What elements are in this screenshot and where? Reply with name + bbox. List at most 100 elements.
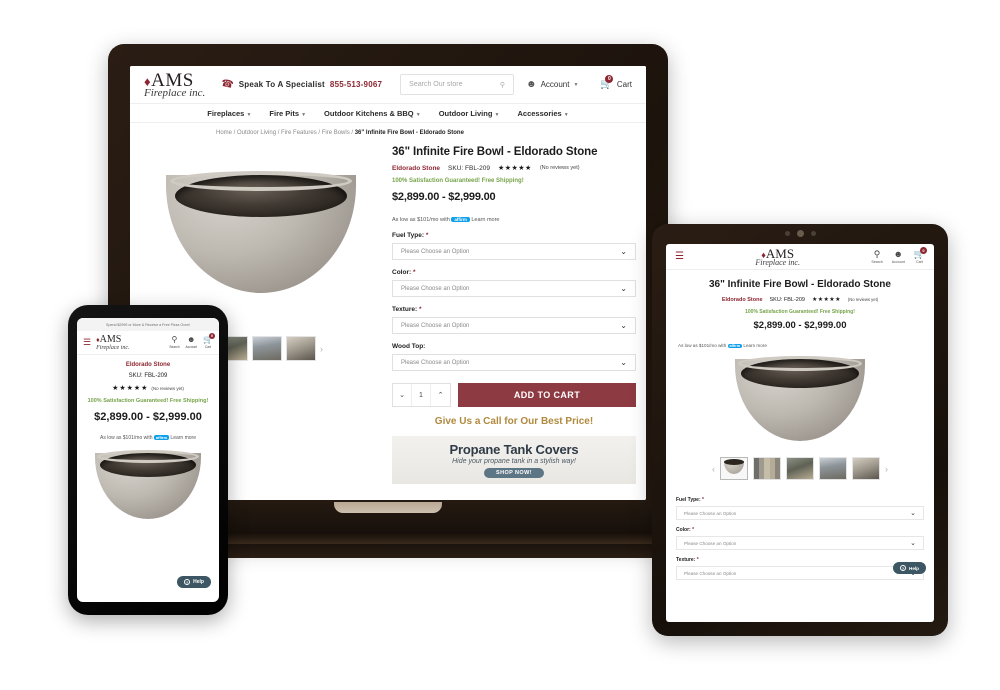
camera-lens-icon bbox=[796, 230, 804, 237]
cart-icon[interactable]: 🛒 0 Cart bbox=[914, 246, 927, 264]
breadcrumb-current: 36" Infinite Fire Bowl - Eldorado Stone bbox=[354, 130, 464, 136]
affirm-learn-more[interactable]: Learn more bbox=[170, 435, 196, 441]
affirm-financing[interactable]: As low as $101/mo with affirm Learn more bbox=[85, 435, 211, 441]
affirm-financing[interactable]: As low as $101/mo with affirm Learn more bbox=[676, 343, 924, 348]
stars-glyphs: ★★★★★ bbox=[112, 385, 149, 392]
brand-link[interactable]: Eldorado Stone bbox=[392, 165, 440, 172]
account-icon[interactable]: ☻ Account bbox=[891, 249, 905, 264]
nav-label: Fire Pits bbox=[269, 108, 299, 118]
chevron-down-icon: ▼ bbox=[563, 111, 569, 118]
option-label-text: Color: bbox=[392, 269, 412, 276]
select-color[interactable]: Please Choose an Option ⌄ bbox=[676, 536, 924, 550]
guarantee-text: 100% Satisfaction Guaranteed! Free Shipp… bbox=[87, 398, 209, 404]
product-price: $2,899.00 - $2,999.00 bbox=[392, 191, 496, 203]
nav-item-accessories[interactable]: Accessories ▼ bbox=[517, 109, 568, 118]
affirm-learn-more[interactable]: Learn more bbox=[471, 217, 499, 223]
thumbnail-3[interactable] bbox=[252, 336, 282, 361]
tablet-header: ☰ ♦AMS Fireplace inc. ⚲ Search ☻ Account 🛒… bbox=[666, 244, 934, 270]
affirm-prefix: As low as $101/mo with bbox=[392, 217, 450, 223]
thumbnail-0[interactable] bbox=[720, 457, 748, 480]
hamburger-menu-icon[interactable]: ☰ bbox=[83, 337, 91, 346]
brand-link[interactable]: Eldorado Stone bbox=[722, 297, 763, 303]
quantity-decrease-button[interactable]: ⌄ bbox=[393, 384, 412, 406]
search-icon[interactable]: ⚲ Search bbox=[169, 336, 179, 350]
quantity-stepper[interactable]: ⌄ 1 ⌃ bbox=[392, 383, 451, 407]
thumbnail-2[interactable] bbox=[786, 457, 814, 480]
search-input[interactable]: Search Our store ⚲ bbox=[400, 74, 515, 95]
thumbnail-4[interactable] bbox=[286, 336, 316, 361]
thumbnail-3[interactable] bbox=[819, 457, 847, 480]
help-button[interactable]: ? Help bbox=[893, 562, 926, 574]
select-wood-top[interactable]: Please Choose an Option ⌄ bbox=[392, 354, 636, 371]
required-marker: * bbox=[425, 232, 429, 239]
account-menu[interactable]: ☻ Account ▼ bbox=[526, 79, 578, 90]
product-meta: Eldorado Stone SKU: FBL-209 ★★★★★ (No re… bbox=[392, 164, 636, 173]
breadcrumb[interactable]: Home / Outdoor Living / Fire Features / … bbox=[130, 123, 646, 136]
add-to-cart-button[interactable]: ADD TO CART bbox=[458, 383, 636, 407]
promo-banner[interactable]: Propane Tank Covers Hide your propane ta… bbox=[392, 436, 636, 484]
select-texture[interactable]: Please Choose an Option⌄ bbox=[392, 317, 636, 334]
quantity-increase-button[interactable]: ⌃ bbox=[431, 384, 450, 406]
affirm-financing[interactable]: As low as $101/mo with affirm Learn more bbox=[392, 217, 636, 223]
select-texture[interactable]: Please Choose an Option⌄ bbox=[676, 566, 924, 580]
product-hero-image[interactable] bbox=[676, 356, 924, 443]
select-value: Please Choose an Option bbox=[401, 359, 470, 366]
help-label: Help bbox=[909, 565, 919, 571]
help-button[interactable]: ? Help bbox=[177, 576, 211, 588]
nav-item-outdoor-living[interactable]: Outdoor Living ▼ bbox=[439, 109, 500, 118]
option-label-fuel-type: Fuel Type: * bbox=[676, 497, 924, 503]
nav-item-fire-pits[interactable]: Fire Pits ▼ bbox=[269, 109, 306, 118]
thumbnail-strip: ‹ › bbox=[676, 457, 924, 480]
tablet-device-mockup: ☰ ♦AMS Fireplace inc. ⚲ Search ☻ Account 🛒… bbox=[652, 224, 948, 636]
search-icon[interactable]: ⚲ Search bbox=[871, 249, 882, 264]
chevron-down-icon: ⌄ bbox=[620, 321, 627, 330]
required-marker: * bbox=[696, 557, 699, 563]
help-label: Help bbox=[193, 579, 204, 585]
promo-shop-now-button[interactable]: SHOP NOW! bbox=[484, 468, 544, 478]
phone-number[interactable]: 855-513-9067 bbox=[330, 80, 382, 89]
product-hero-image[interactable] bbox=[85, 450, 211, 521]
sku-value: SKU: FBL-209 bbox=[769, 296, 805, 303]
site-logo[interactable]: ♦AMS Fireplace inc. bbox=[755, 247, 800, 267]
speak-to-specialist[interactable]: ☎ Speak To A Specialist 855-513-9067 bbox=[220, 78, 382, 91]
required-marker: * bbox=[418, 306, 422, 313]
chevron-right-icon[interactable]: › bbox=[885, 464, 888, 474]
chevron-down-icon: ▼ bbox=[301, 111, 307, 118]
option-label-text: Fuel Type: bbox=[392, 232, 425, 239]
thumbnail-1[interactable] bbox=[753, 457, 781, 480]
cart-button[interactable]: 🛒 0 Cart bbox=[600, 75, 632, 90]
main-navigation: Fireplaces ▼ Fire Pits ▼ Outdoor Kitchen… bbox=[130, 104, 646, 123]
select-fuel-type[interactable]: Please Choose an Option ⌄ bbox=[676, 506, 924, 520]
thumbnail-4[interactable] bbox=[852, 457, 880, 480]
option-label-text: Fuel Type: bbox=[676, 497, 701, 503]
chevron-left-icon[interactable]: ‹ bbox=[712, 464, 715, 474]
hamburger-menu-icon[interactable]: ☰ bbox=[675, 251, 684, 261]
brand-link[interactable]: Eldorado Stone bbox=[85, 362, 211, 368]
breadcrumb-path: Home / Outdoor Living / Fire Features / … bbox=[216, 130, 355, 136]
site-logo[interactable]: ♦AMS Fireplace inc. bbox=[96, 334, 129, 351]
nav-item-outdoor-kitchens-bbq[interactable]: Outdoor Kitchens & BBQ ▼ bbox=[324, 109, 421, 118]
affirm-logo: affirm bbox=[727, 344, 743, 348]
search-icon[interactable]: ⚲ bbox=[500, 81, 505, 89]
chevron-right-icon[interactable]: › bbox=[320, 344, 323, 354]
select-fuel-type[interactable]: Please Choose an Option ⌄ bbox=[392, 243, 636, 260]
purchase-row: ⌄ 1 ⌃ ADD TO CART bbox=[392, 383, 636, 407]
nav-item-fireplaces[interactable]: Fireplaces ▼ bbox=[207, 109, 251, 118]
select-value: Please Choose an Option bbox=[684, 510, 737, 516]
cart-icon[interactable]: 🛒 0 Cart bbox=[203, 333, 215, 349]
announcement-bar[interactable]: Spend $2999 or More & Receive a Free Piz… bbox=[77, 318, 219, 331]
chevron-down-icon: ▼ bbox=[415, 111, 421, 118]
mobile-header-icons: ⚲ Search ☻ Account 🛒 0 Cart bbox=[169, 333, 215, 350]
account-label: Account bbox=[891, 259, 905, 264]
site-logo[interactable]: ♦AMS Fireplace inc. bbox=[144, 71, 209, 99]
option-label-fuel-type: Fuel Type: * bbox=[392, 232, 636, 239]
account-icon[interactable]: ☻ Account bbox=[186, 336, 198, 350]
site-header: ♦AMS Fireplace inc. ☎ Speak To A Special… bbox=[130, 66, 646, 104]
speak-label: Speak To A Specialist bbox=[238, 80, 325, 89]
product-hero-image[interactable] bbox=[140, 144, 382, 326]
tablet-options: Fuel Type: * Please Choose an Option ⌄ Co… bbox=[666, 480, 934, 580]
quantity-value[interactable]: 1 bbox=[412, 384, 431, 406]
affirm-learn-more[interactable]: Learn more bbox=[743, 343, 767, 348]
select-color[interactable]: Please Choose an Option ⌄ bbox=[392, 280, 636, 297]
required-marker: * bbox=[692, 527, 695, 533]
